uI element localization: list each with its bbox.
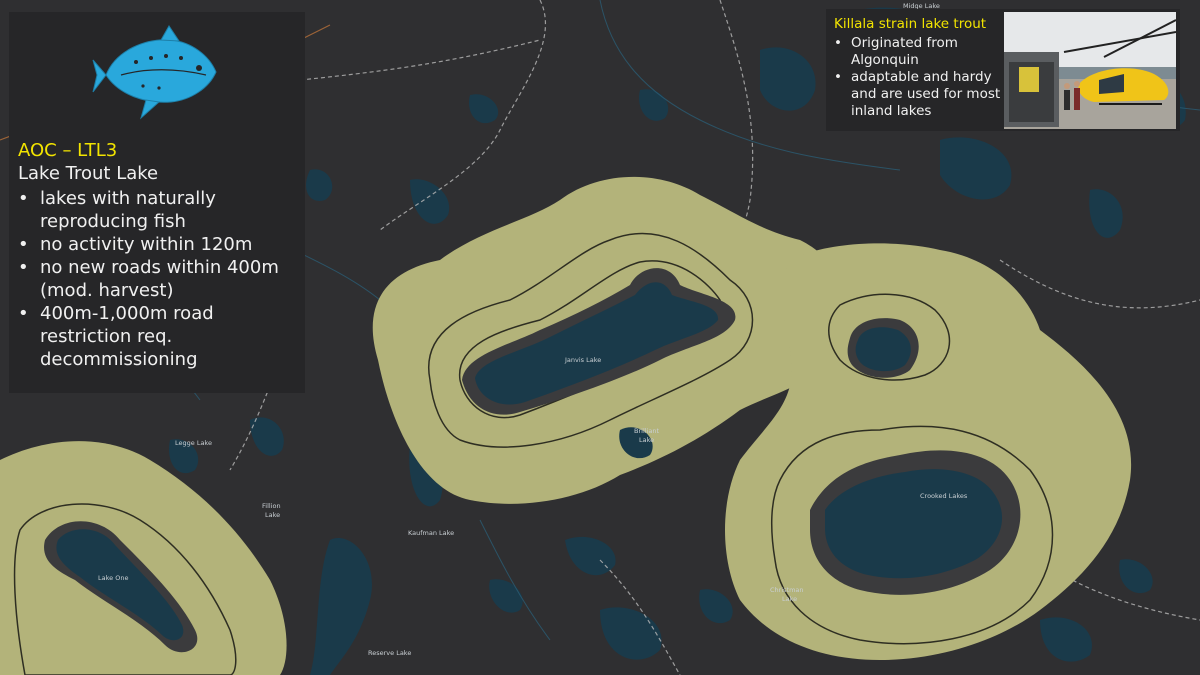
- lake-label-janvis: Janvis Lake: [564, 356, 601, 364]
- aoc-bullet: lakes with naturally reproducing fish: [18, 187, 300, 233]
- lake-label-christman-1: Christman: [770, 586, 804, 594]
- lake-label-lake-one: Lake One: [98, 574, 128, 582]
- aoc-bullet: no new roads within 400m (mod. harvest): [18, 256, 300, 302]
- fish-stocking-helicopter-photo: [1004, 12, 1176, 129]
- lake-label-kaufman: Kaufman Lake: [408, 529, 454, 537]
- aoc-bullet: no activity within 120m: [18, 233, 300, 256]
- aoc-info-panel: AOC – LTL3 Lake Trout Lake lakes with na…: [9, 12, 305, 393]
- aoc-title: AOC – LTL3: [18, 140, 118, 161]
- lake-trout-fish-icon: [92, 25, 217, 120]
- lake-label-brilliant-1: Brilliant: [634, 427, 659, 435]
- strain-title: Killala strain lake trout: [834, 16, 987, 32]
- lake-label-christman-2: Lake: [782, 595, 797, 603]
- lake-label-fillion-2: Lake: [265, 511, 280, 519]
- strain-bullet: Originated from Algonquin: [834, 35, 1004, 69]
- lake-label-fillion-1: Fillion: [262, 502, 281, 510]
- lake-label-crooked: Crooked Lakes: [920, 492, 968, 500]
- strain-bullet-list: Originated from Algonquin adaptable and …: [834, 35, 1004, 120]
- strain-bullet: adaptable and hardy and are used for mos…: [834, 69, 1004, 120]
- lake-label-legge: Legge Lake: [175, 439, 212, 447]
- lake-label-reserve: Reserve Lake: [368, 649, 411, 657]
- aoc-subtitle: Lake Trout Lake: [18, 163, 159, 184]
- strain-info-panel: Killala strain lake trout Originated fro…: [826, 9, 1180, 131]
- aoc-bullet: 400m-1,000m road restriction req. decomm…: [18, 302, 300, 371]
- aoc-bullet-list: lakes with naturally reproducing fish no…: [18, 187, 300, 371]
- map-slide: Janvis Lake Brilliant Lake Crooked Lakes…: [0, 0, 1200, 675]
- lake-label-brilliant-2: Lake: [639, 436, 654, 444]
